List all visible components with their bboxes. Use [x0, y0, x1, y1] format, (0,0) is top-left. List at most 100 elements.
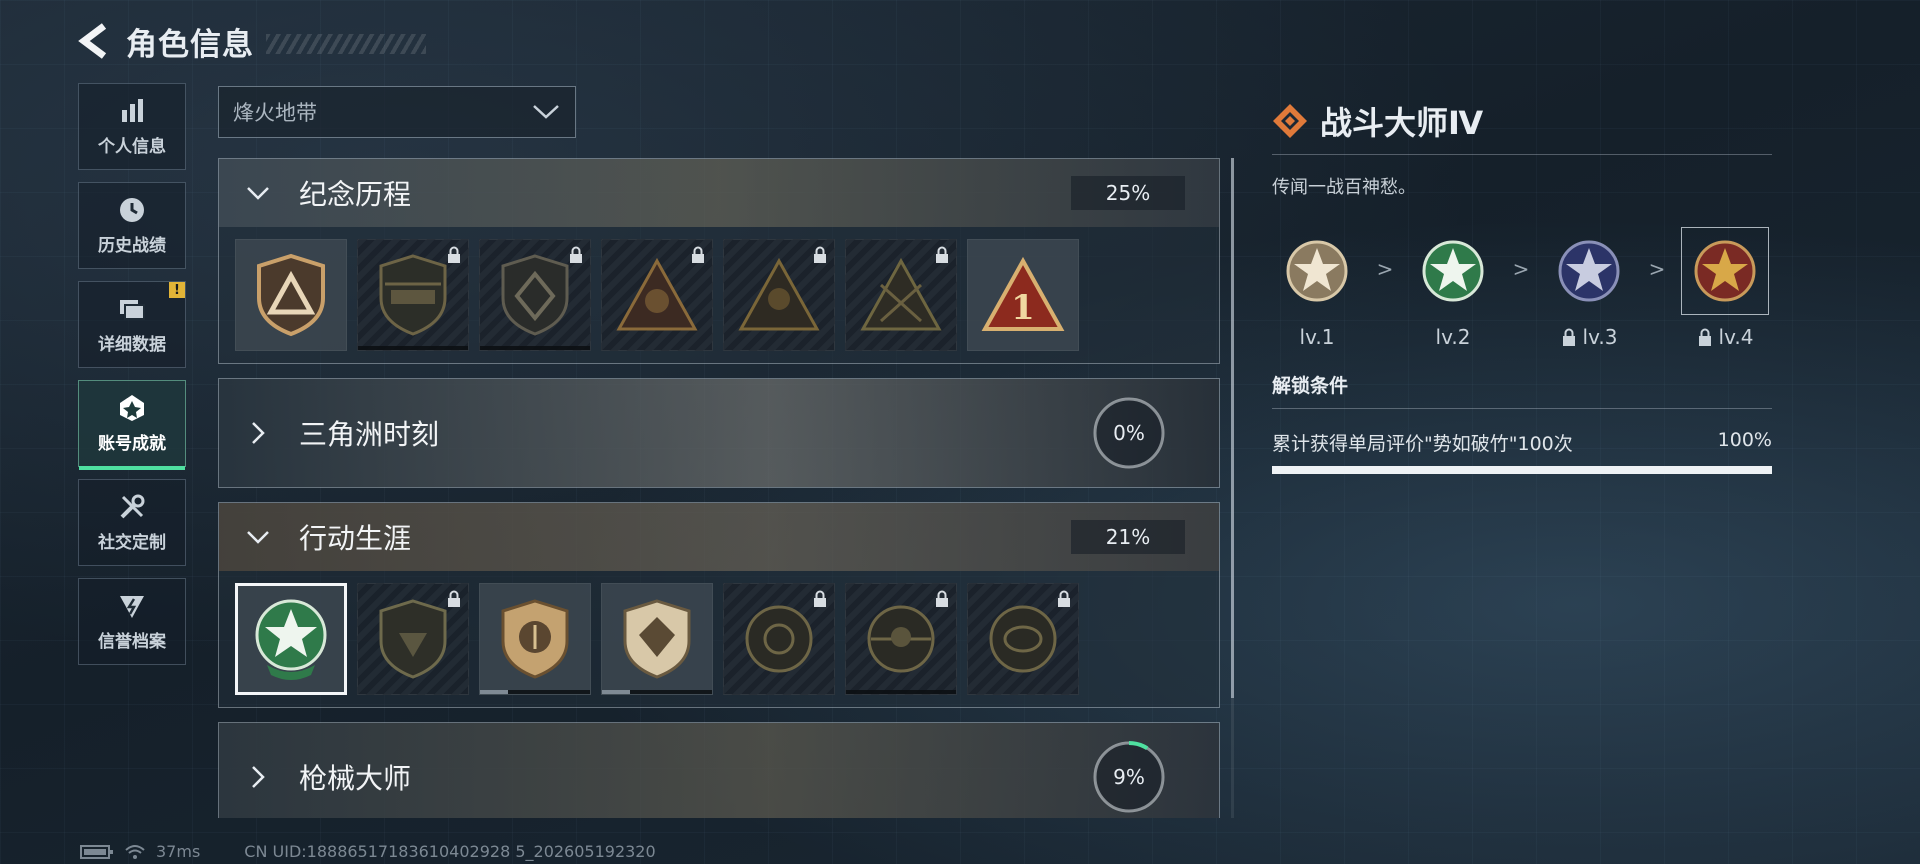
- back-arrow-icon: [78, 23, 107, 59]
- bar-chart-icon: [122, 99, 143, 122]
- shield-delta-badge-icon: [257, 253, 325, 337]
- unlock-condition-row: 累计获得单局评价"势如破竹"100次 100%: [1272, 429, 1772, 456]
- eagle-emblem-badge-icon: [989, 605, 1057, 673]
- chevron-down-icon: [247, 187, 269, 200]
- badge-slot[interactable]: [723, 239, 835, 351]
- gem-shield-badge-icon: [623, 599, 691, 679]
- chevron-right-icon: [252, 766, 265, 788]
- green-star-medal-icon: [1422, 240, 1484, 302]
- soldier-triangle-badge-icon: [860, 257, 942, 331]
- sidebar-nav: 个人信息 历史战绩 ! 详细数据 账号成就 社交定制 信誉档案: [78, 83, 186, 677]
- achievement-detail-panel: 战斗大师Ⅳ 传闻一战百神愁。 lv.1 > lv.2 > lv.3 > lv.4…: [1272, 98, 1772, 474]
- level-label-text: lv.4: [1718, 325, 1754, 349]
- divider: [1272, 408, 1772, 409]
- sidebar-item-label: 个人信息: [98, 137, 166, 157]
- reputation-icon: [120, 596, 144, 618]
- bronze-star-medal-icon: [1286, 240, 1348, 302]
- achievement-description: 传闻一战百神愁。: [1272, 177, 1416, 198]
- badge-row: [219, 571, 1219, 707]
- lock-icon: [936, 590, 948, 607]
- scrollbar-thumb[interactable]: [1231, 158, 1234, 698]
- title-decoration: [266, 34, 426, 54]
- badge-slot[interactable]: [601, 239, 713, 351]
- sidebar-item-label: 历史战绩: [98, 236, 166, 256]
- category-header[interactable]: 三角洲时刻 0%: [219, 379, 1219, 487]
- helicopter-badge-icon: [379, 254, 447, 336]
- level-item[interactable]: lv.1: [1272, 227, 1362, 349]
- warning-badge: !: [169, 282, 185, 298]
- sidebar-item-social[interactable]: 社交定制: [78, 479, 186, 566]
- mode-select-value: 烽火地带: [233, 101, 317, 125]
- category-progress: 9%: [1113, 765, 1145, 789]
- sidebar-item-detailed-data[interactable]: ! 详细数据: [78, 281, 186, 368]
- badge-progress-bar: [846, 690, 956, 694]
- lock-icon: [1698, 328, 1711, 346]
- category-title: 纪念历程: [299, 178, 412, 211]
- chevron-down-icon: [533, 105, 559, 119]
- level-track: lv.1 > lv.2 > lv.3 > lv.4: [1272, 227, 1772, 357]
- level-item-selected[interactable]: lv.4: [1680, 227, 1770, 349]
- lock-icon: [570, 246, 582, 263]
- unlock-condition-text: 累计获得单局评价"势如破竹"100次: [1272, 433, 1573, 455]
- unlock-condition-percent: 100%: [1717, 429, 1772, 451]
- number-one-badge-icon: 1: [981, 256, 1065, 331]
- badge-slot[interactable]: [479, 583, 591, 695]
- level-label: lv.4: [1697, 325, 1754, 349]
- badge-progress-bar: [480, 346, 590, 350]
- green-star-medal-icon: [255, 599, 327, 680]
- level-label: lv.2: [1435, 325, 1471, 349]
- category-title: 枪械大师: [299, 762, 412, 795]
- badge-slot[interactable]: [235, 239, 347, 351]
- badge-slot[interactable]: [357, 583, 469, 695]
- category-memorial: 纪念历程 25% 1: [218, 158, 1220, 364]
- diamond-shield-badge-icon: [501, 254, 569, 336]
- category-weapon-master: 枪械大师 9%: [218, 722, 1220, 818]
- level-item[interactable]: lv.3: [1544, 227, 1634, 349]
- level-item[interactable]: lv.2: [1408, 227, 1498, 349]
- sidebar-item-achievements[interactable]: 账号成就: [78, 380, 186, 470]
- sidebar-item-label: 详细数据: [98, 335, 166, 355]
- badge-slot[interactable]: [479, 239, 591, 351]
- level-label-text: lv.3: [1582, 325, 1618, 349]
- badge-slot[interactable]: [967, 583, 1079, 695]
- achievement-title: 战斗大师Ⅳ: [1320, 104, 1484, 142]
- level-separator: >: [1376, 257, 1394, 281]
- level-separator: >: [1512, 257, 1530, 281]
- round-emblem-badge-icon: [745, 605, 813, 673]
- unlock-condition-progress-bar: [1272, 466, 1772, 474]
- sidebar-item-label: 账号成就: [98, 434, 166, 454]
- lock-icon: [448, 590, 460, 607]
- gold-shield-badge-icon: [501, 599, 569, 679]
- clock-icon: [120, 198, 144, 222]
- divider: [1272, 154, 1772, 155]
- unlock-condition-title: 解锁条件: [1272, 375, 1349, 397]
- back-button[interactable]: [78, 21, 112, 61]
- category-header[interactable]: 行动生涯 21%: [219, 503, 1219, 571]
- chevron-down-icon: [247, 531, 269, 544]
- achievement-list: 纪念历程 25% 1 三角洲时刻 0% 行动生涯 21% 枪械大师 9%: [218, 158, 1220, 818]
- navy-star-medal-icon: [1558, 240, 1620, 302]
- mode-select[interactable]: 烽火地带: [218, 86, 576, 138]
- badge-slot[interactable]: [845, 239, 957, 351]
- category-operation-career: 行动生涯 21%: [218, 502, 1220, 708]
- badge-progress-bar: [480, 690, 590, 694]
- category-progress: 0%: [1113, 421, 1145, 445]
- badge-row: 1: [219, 227, 1219, 363]
- player-uid: CN UID:18886517183610402928 5_2026051923…: [244, 842, 656, 861]
- badge-slot[interactable]: [601, 583, 713, 695]
- sidebar-item-profile[interactable]: 个人信息: [78, 83, 186, 170]
- category-header[interactable]: 纪念历程 25%: [219, 159, 1219, 227]
- sidebar-item-reputation[interactable]: 信誉档案: [78, 578, 186, 665]
- badge-slot[interactable]: 1: [967, 239, 1079, 351]
- lock-icon: [1058, 590, 1070, 607]
- badge-slot[interactable]: [357, 239, 469, 351]
- badge-slot[interactable]: [845, 583, 957, 695]
- detail-header: 战斗大师Ⅳ: [1272, 98, 1772, 144]
- badge-slot-selected[interactable]: [235, 583, 347, 695]
- badge-slot[interactable]: [723, 583, 835, 695]
- sidebar-item-label: 信誉档案: [98, 632, 166, 652]
- category-header[interactable]: 枪械大师 9%: [219, 723, 1219, 818]
- wifi-icon: [125, 844, 145, 859]
- sidebar-item-history[interactable]: 历史战绩: [78, 182, 186, 269]
- folders-icon: [120, 300, 145, 320]
